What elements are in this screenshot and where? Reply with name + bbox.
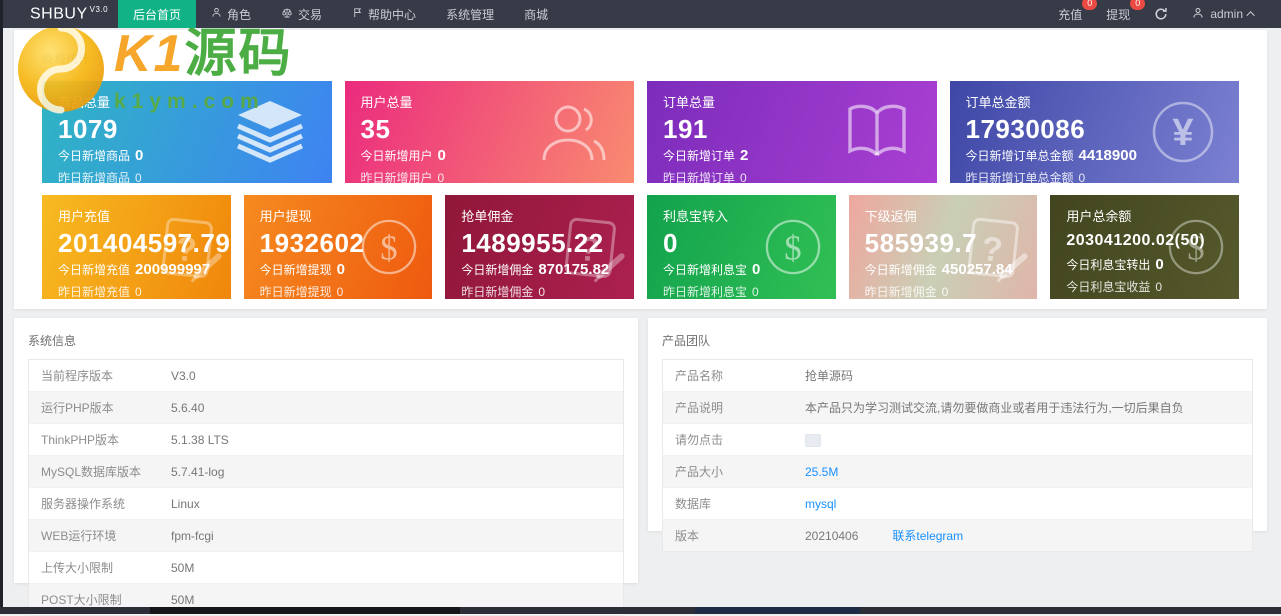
- stat-card-users-total: 用户总量 35 今日新增用户 0 昨日新增用户 0: [344, 81, 634, 183]
- username: admin: [1210, 7, 1243, 21]
- system-info-panel: 系统信息 当前程序版本 V3.0 运行PHP版本 5.6.40 ThinkPHP版本…: [14, 318, 638, 616]
- app-logo-text: SHBUY: [30, 5, 88, 23]
- app-logo[interactable]: SHBUY V3.0: [0, 5, 118, 23]
- user-menu[interactable]: admin: [1192, 7, 1255, 22]
- app-logo-version: V3.0: [89, 4, 109, 14]
- telegram-contact-link[interactable]: 联系telegram: [892, 529, 963, 543]
- user-avatar-icon: [1192, 7, 1204, 22]
- taskbar-segment: [695, 607, 860, 614]
- table-row: 产品大小 25.5M: [663, 456, 1252, 488]
- table-row: 请勿点击: [663, 424, 1252, 456]
- stats-row-1: 商品总量 1079 今日新增商品 0 昨日新增商品 0 用户总量 35 今日新增用户…: [42, 81, 1239, 183]
- table-row: 版本 20210406 联系telegram: [663, 520, 1252, 551]
- table-row: 产品说明 本产品只为学习测试交流,请勿要做商业或者用于违法行为,一切后果自负: [663, 392, 1252, 424]
- taskbar-segment: [150, 607, 460, 614]
- section-title: 商城统计: [42, 52, 91, 66]
- refresh-icon[interactable]: [1154, 7, 1168, 21]
- window-left-edge: [0, 0, 3, 614]
- stats-row-2: 用户充值 201404597.79 今日新增充值 200999997 昨日新增充值…: [42, 195, 1239, 299]
- product-size-link[interactable]: 25.5M: [805, 465, 838, 479]
- navbar-right: 充值 0 提现 0 admin: [1058, 0, 1281, 23]
- hidden-image-placeholder[interactable]: [805, 433, 821, 447]
- database-link[interactable]: mysql: [805, 497, 836, 511]
- top-navbar: SHBUYV3.0 后台首页 角色 交易 帮助中心 系统管理 商城 充值 0: [0, 0, 1281, 28]
- withdraw-link[interactable]: 提现 0: [1106, 0, 1146, 23]
- stat-card-order-amount-total: 订单总金额 17930086 今日新增订单总金额 4418900 昨日新增订单总金…: [949, 81, 1239, 183]
- flag-icon: [352, 7, 363, 21]
- nav-item-mall[interactable]: 商城: [509, 0, 563, 28]
- table-row: MySQL数据库版本 5.7.41-log: [29, 456, 623, 488]
- table-row: 上传大小限制 50M: [29, 552, 623, 584]
- stat-card-goods-total: 商品总量 1079 今日新增商品 0 昨日新增商品 0: [42, 81, 332, 183]
- table-row: 当前程序版本 V3.0: [29, 360, 623, 392]
- nav-item-help-center[interactable]: 帮助中心: [337, 0, 431, 28]
- table-row: 服务器操作系统 Linux: [29, 488, 623, 520]
- chevron-up-icon: [1246, 11, 1255, 20]
- user-icon: [211, 7, 222, 21]
- product-team-title: 产品团队: [662, 334, 711, 348]
- stat-card-interest-transfer-in: 利息宝转入 0 今日新增利息宝 0 昨日新增利息宝 0 $: [647, 195, 836, 299]
- product-team-table: 产品名称 抢单源码 产品说明 本产品只为学习测试交流,请勿要做商业或者用于违法行为,…: [662, 359, 1253, 552]
- mall-stats-panel: 商城统计 商品总量 1079 今日新增商品 0 昨日新增商品 0 用户总量 35 今…: [14, 30, 1267, 309]
- system-info-title: 系统信息: [28, 334, 77, 348]
- stat-card-user-recharge: 用户充值 201404597.79 今日新增充值 200999997 昨日新增充值…: [42, 195, 231, 299]
- stat-card-sub-rebate: 下级返佣 585939.7 今日新增佣金 450257.84 昨日新增佣金 0 ?: [848, 195, 1038, 299]
- system-info-table: 当前程序版本 V3.0 运行PHP版本 5.6.40 ThinkPHP版本 5.1.3…: [28, 359, 624, 616]
- scales-icon: [281, 7, 293, 22]
- main-nav: 后台首页 角色 交易 帮助中心 系统管理 商城: [118, 0, 563, 28]
- table-row: 运行PHP版本 5.6.40: [29, 392, 623, 424]
- nav-item-system-manage[interactable]: 系统管理: [431, 0, 509, 28]
- withdraw-badge: 0: [1130, 0, 1146, 10]
- stat-card-grab-commission: 抢单佣金 1489955.22 今日新增佣金 870175.82 昨日新增佣金 0 …: [445, 195, 634, 299]
- table-row: ThinkPHP版本 5.1.38 LTS: [29, 424, 623, 456]
- nav-item-trade[interactable]: 交易: [266, 0, 337, 28]
- table-row: 数据库 mysql: [663, 488, 1252, 520]
- recharge-badge: 0: [1082, 0, 1098, 10]
- table-row: WEB运行环境 fpm-fcgi: [29, 520, 623, 552]
- nav-item-roles[interactable]: 角色: [196, 0, 266, 28]
- nav-item-dashboard[interactable]: 后台首页: [118, 0, 197, 28]
- product-team-panel: 产品团队 产品名称 抢单源码 产品说明 本产品只为学习测试交流,请勿要做商业或者用于…: [648, 318, 1267, 552]
- version-value: 20210406: [805, 529, 859, 543]
- stat-card-orders-total: 订单总量 191 今日新增订单 2 昨日新增订单 0: [647, 81, 937, 183]
- table-row: 产品名称 抢单源码: [663, 360, 1252, 392]
- stat-card-user-balance-total: 用户总余额 203041200.02(50) 今日利息宝转出 0 今日利息宝收益 0…: [1050, 195, 1239, 299]
- stat-card-user-withdraw: 用户提现 1932602 今日新增提现 0 昨日新增提现 0 $: [243, 195, 433, 299]
- taskbar-strip: [0, 607, 1281, 614]
- recharge-link[interactable]: 充值 0: [1058, 0, 1098, 23]
